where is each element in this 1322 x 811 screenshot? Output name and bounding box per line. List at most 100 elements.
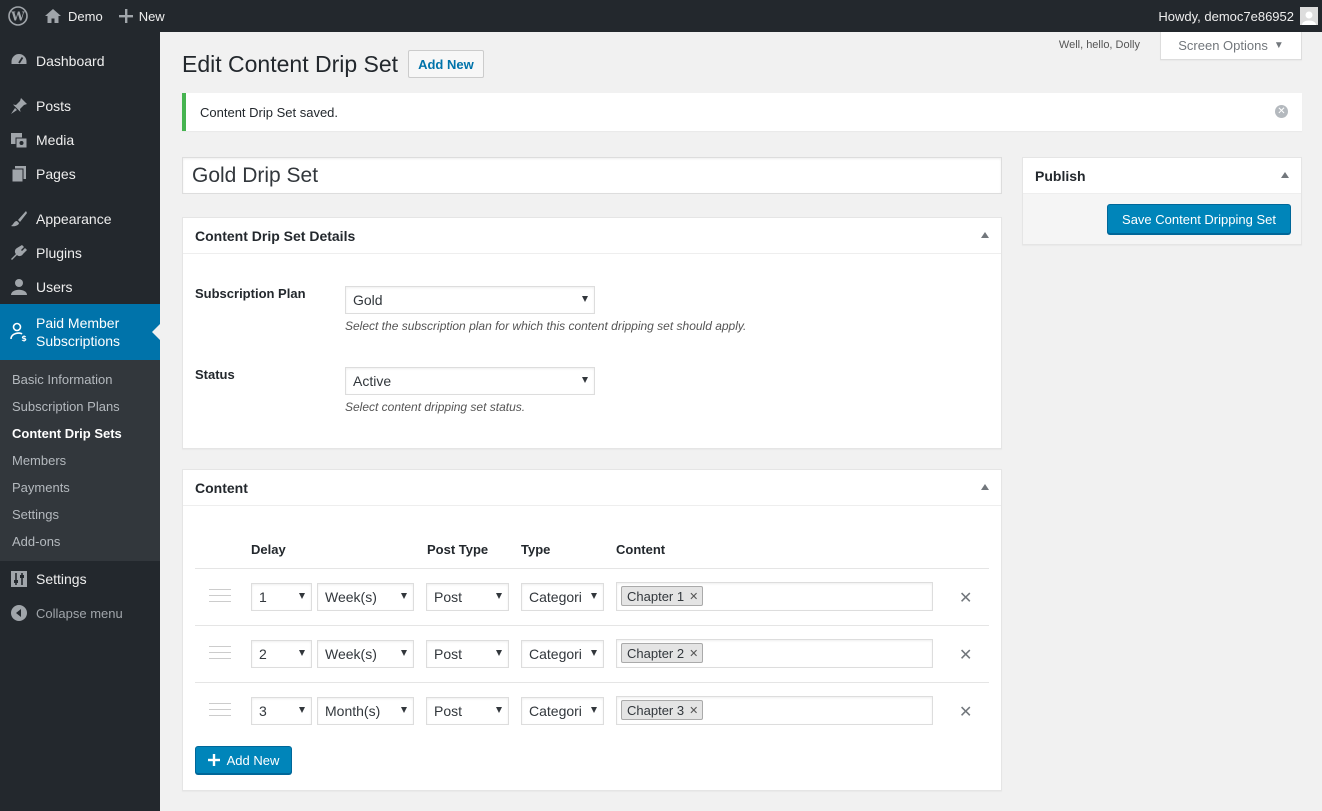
drag-handle-icon[interactable] xyxy=(209,646,231,660)
drip-set-title-input[interactable]: Gold Drip Set xyxy=(182,157,1002,194)
select-caret-icon xyxy=(591,593,597,599)
menu-item-appearance[interactable]: Appearance xyxy=(0,202,160,236)
collapse-toggle-icon[interactable] xyxy=(981,484,989,490)
add-new-row-button[interactable]: Add New xyxy=(195,746,292,774)
submenu-item-basic-information[interactable]: Basic Information xyxy=(0,366,160,393)
main-content: Well, hello, Dolly Screen Options ▼ Edit… xyxy=(160,32,1322,811)
delay-unit-select[interactable]: Week(s) xyxy=(317,640,414,668)
menu-item-users[interactable]: Users xyxy=(0,270,160,304)
dismiss-notice-icon[interactable]: ✕ xyxy=(1275,105,1288,118)
submenu-item-content-drip-sets[interactable]: Content Drip Sets xyxy=(0,420,160,447)
menu-label: Posts xyxy=(36,98,72,114)
menu-label: Media xyxy=(36,132,75,148)
content-tags-input[interactable]: Chapter 1 ✕ xyxy=(616,582,933,611)
submenu-item-add-ons[interactable]: Add-ons xyxy=(0,528,160,555)
menu-item-posts[interactable]: Posts xyxy=(0,89,160,123)
publish-postbox: Publish Save Content Dripping Set xyxy=(1022,157,1302,245)
add-new-button[interactable]: Add New xyxy=(408,50,484,78)
type-select[interactable]: Categori xyxy=(521,640,604,668)
type-select[interactable]: Categori xyxy=(521,583,604,611)
admin-menu: Dashboard Posts Media Pages Appearance P… xyxy=(0,32,160,811)
collapse-toggle-icon[interactable] xyxy=(1281,172,1289,178)
post-type-select[interactable]: Post xyxy=(426,640,509,668)
select-caret-icon xyxy=(582,377,588,383)
select-caret-icon xyxy=(496,707,502,713)
menu-item-dashboard[interactable]: Dashboard xyxy=(0,44,160,78)
subscription-plan-row: Subscription Plan Gold Select the subscr… xyxy=(195,286,985,346)
menu-item-media[interactable]: Media xyxy=(0,123,160,157)
drag-handle-icon[interactable] xyxy=(209,589,231,603)
submenu-item-subscription-plans[interactable]: Subscription Plans xyxy=(0,393,160,420)
remove-row-icon[interactable]: ✕ xyxy=(959,702,972,722)
svg-text:$: $ xyxy=(21,334,27,342)
subscription-plan-select[interactable]: Gold xyxy=(345,286,595,314)
success-notice: Content Drip Set saved. ✕ xyxy=(182,93,1302,131)
column-header-content: Content xyxy=(616,542,666,557)
menu-label: Plugins xyxy=(36,245,82,261)
page-title: Edit Content Drip Set xyxy=(182,50,399,77)
type-select[interactable]: Categori xyxy=(521,697,604,725)
select-caret-icon xyxy=(591,707,597,713)
delay-select[interactable]: 3 xyxy=(251,697,312,725)
remove-row-icon[interactable]: ✕ xyxy=(959,588,972,608)
my-account-link[interactable]: Howdy, democ7e86952 xyxy=(1150,0,1322,32)
publish-postbox-header[interactable]: Publish xyxy=(1023,158,1301,194)
dashboard-icon xyxy=(9,51,29,71)
hello-dolly-text: Well, hello, Dolly xyxy=(1058,39,1140,51)
content-postbox-header[interactable]: Content xyxy=(183,470,1001,506)
select-caret-icon xyxy=(401,650,407,656)
remove-tag-icon[interactable]: ✕ xyxy=(689,704,698,717)
select-caret-icon xyxy=(401,707,407,713)
post-type-select[interactable]: Post xyxy=(426,697,509,725)
status-row: Status Active Select content dripping se… xyxy=(195,367,985,427)
select-caret-icon xyxy=(299,707,305,713)
collapse-toggle-icon[interactable] xyxy=(981,232,989,238)
submenu-item-settings[interactable]: Settings xyxy=(0,501,160,528)
details-postbox: Content Drip Set Details Subscription Pl… xyxy=(182,217,1002,449)
select-caret-icon xyxy=(299,650,305,656)
menu-item-plugins[interactable]: Plugins xyxy=(0,236,160,270)
collapse-menu-button[interactable]: Collapse menu xyxy=(0,596,160,630)
content-tag: Chapter 1 ✕ xyxy=(621,586,704,606)
remove-tag-icon[interactable]: ✕ xyxy=(689,590,698,603)
delay-select[interactable]: 1 xyxy=(251,583,312,611)
submenu-item-members[interactable]: Members xyxy=(0,447,160,474)
remove-tag-icon[interactable]: ✕ xyxy=(689,647,698,660)
content-tags-input[interactable]: Chapter 2 ✕ xyxy=(616,639,933,668)
collapse-label: Collapse menu xyxy=(36,605,123,621)
content-tags-input[interactable]: Chapter 3 ✕ xyxy=(616,696,933,725)
pages-icon xyxy=(9,164,29,184)
wordpress-logo-icon[interactable]: W xyxy=(0,0,36,32)
notice-message: Content Drip Set saved. xyxy=(200,104,339,120)
delay-unit-select[interactable]: Month(s) xyxy=(317,697,414,725)
status-select[interactable]: Active xyxy=(345,367,595,395)
delay-select[interactable]: 2 xyxy=(251,640,312,668)
save-content-dripping-set-button[interactable]: Save Content Dripping Set xyxy=(1107,204,1291,234)
select-caret-icon xyxy=(401,593,407,599)
menu-item-pages[interactable]: Pages xyxy=(0,157,160,191)
menu-label: Pages xyxy=(36,166,76,182)
column-header-type: Type xyxy=(521,542,551,557)
new-label: New xyxy=(138,8,165,24)
plug-icon xyxy=(9,243,29,263)
drag-handle-icon[interactable] xyxy=(209,703,231,717)
brush-icon xyxy=(9,209,29,229)
status-label: Status xyxy=(195,367,235,382)
row-divider xyxy=(195,682,989,683)
subscription-plan-label: Subscription Plan xyxy=(195,286,306,301)
media-icon xyxy=(9,130,29,150)
screen-options-button[interactable]: Screen Options ▼ xyxy=(1160,32,1302,60)
row-divider xyxy=(195,625,989,626)
user-icon xyxy=(9,277,29,297)
menu-item-settings[interactable]: Settings xyxy=(0,562,160,596)
post-type-select[interactable]: Post xyxy=(426,583,509,611)
new-content-link[interactable]: New xyxy=(111,0,173,32)
remove-row-icon[interactable]: ✕ xyxy=(959,645,972,665)
delay-unit-select[interactable]: Week(s) xyxy=(317,583,414,611)
site-name-link[interactable]: Demo xyxy=(36,0,111,32)
details-postbox-header[interactable]: Content Drip Set Details xyxy=(183,218,1001,254)
submenu-item-payments[interactable]: Payments xyxy=(0,474,160,501)
column-header-post-type: Post Type xyxy=(427,542,489,557)
plus-icon xyxy=(207,754,220,766)
menu-item-paid-member-subscriptions[interactable]: $ Paid Member Subscriptions xyxy=(0,304,160,360)
